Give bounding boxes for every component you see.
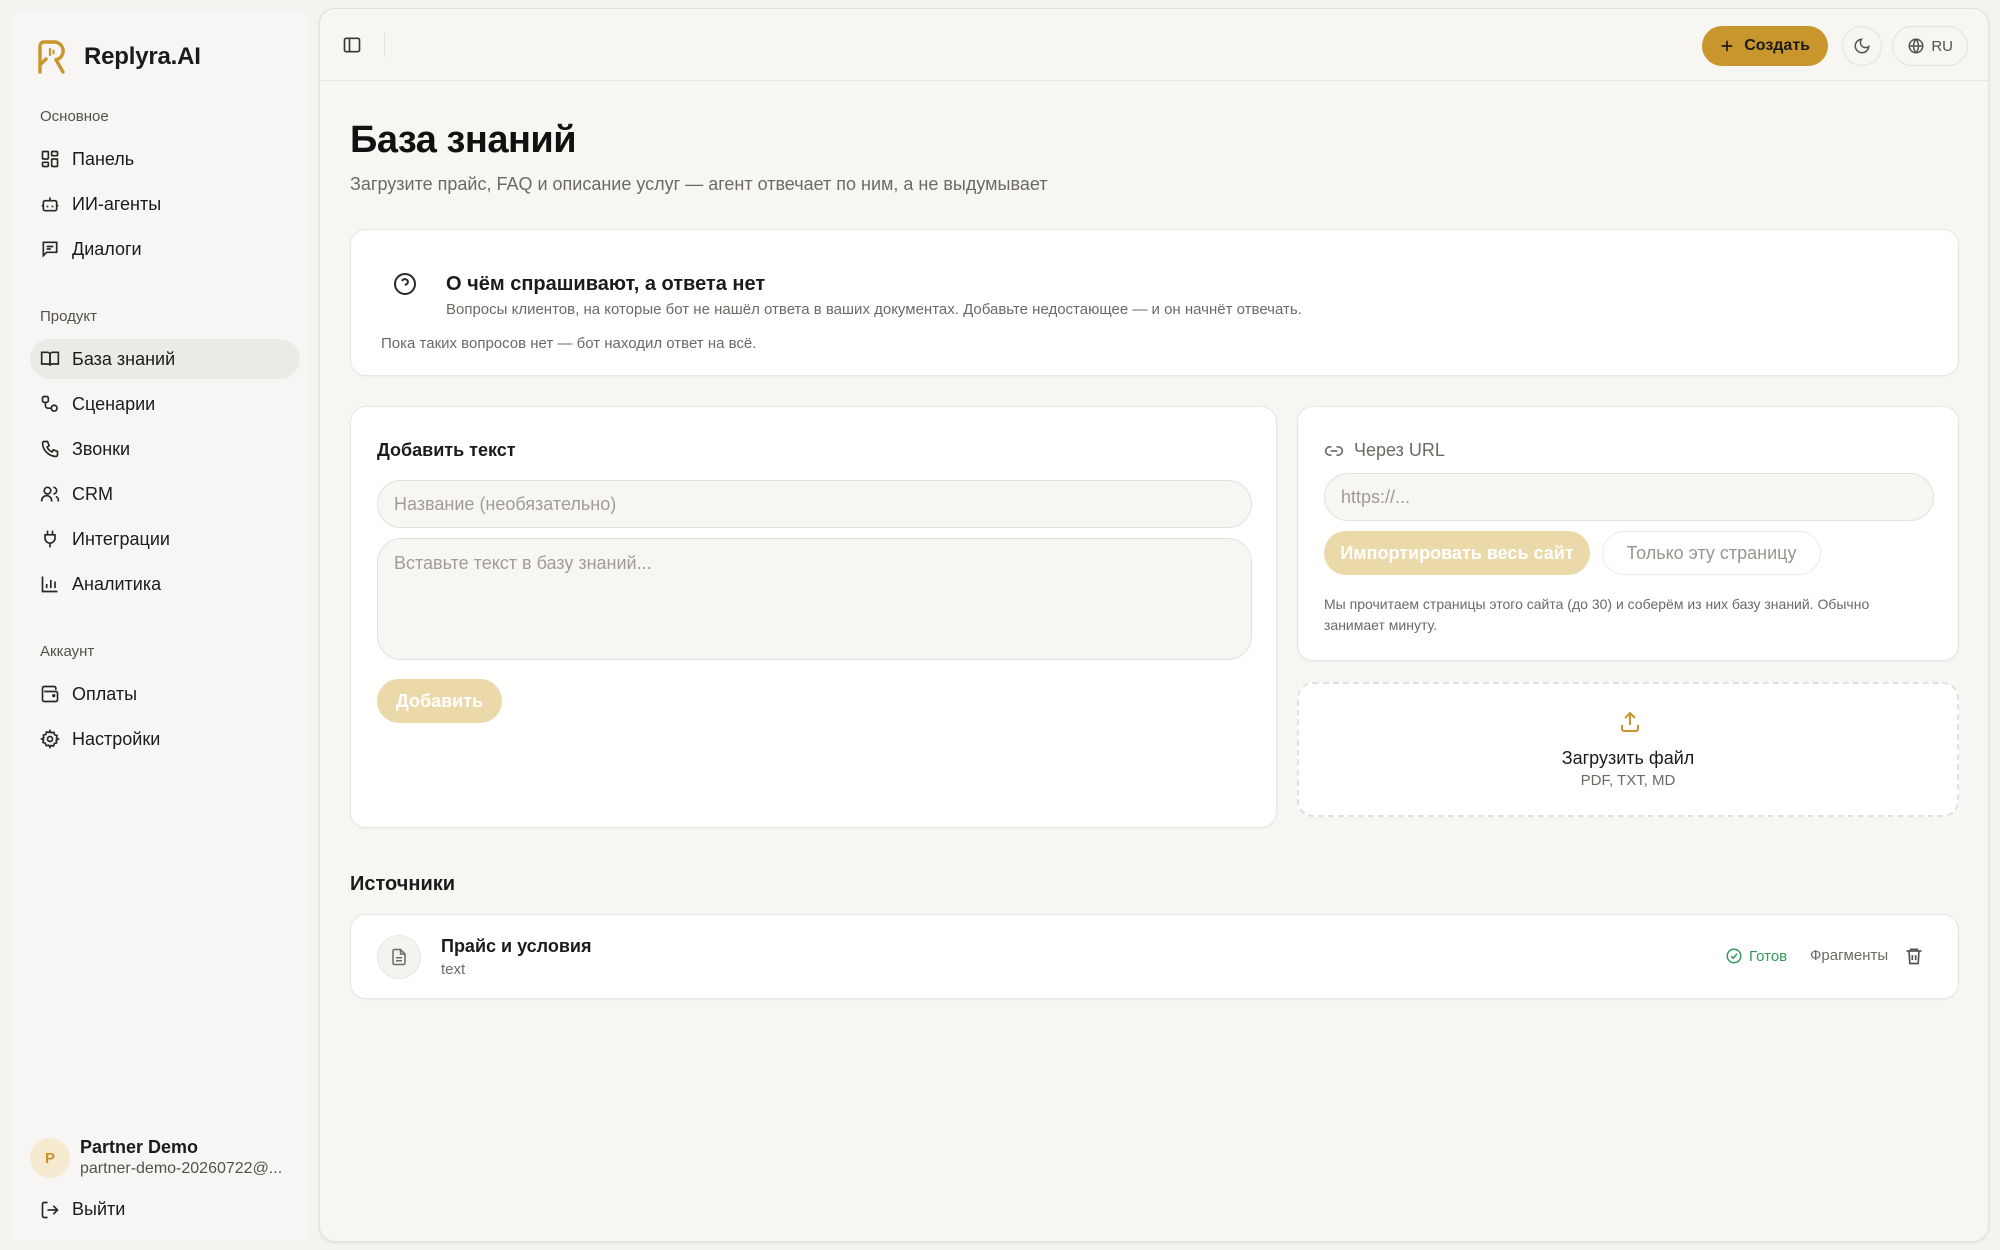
check-circle-icon: [1725, 947, 1743, 965]
theme-toggle-button[interactable]: [1842, 26, 1882, 66]
create-button[interactable]: Создать: [1702, 26, 1828, 66]
unanswered-title: О чём спрашивают, а ответа нет: [446, 273, 766, 295]
source-name: Прайс и условия: [441, 936, 592, 956]
title-input[interactable]: Название (необязательно): [377, 480, 1252, 528]
add-text-card: Добавить текст Название (необязательно) …: [350, 406, 1277, 828]
nav-section-title: Продукт: [40, 308, 97, 325]
moon-icon: [1853, 37, 1871, 55]
upload-title: Загрузить файл: [1561, 748, 1695, 768]
unanswered-questions-card: О чём спрашивают, а ответа нет Вопросы к…: [350, 229, 1959, 376]
trash-icon[interactable]: [1904, 946, 1924, 966]
unanswered-description: Вопросы клиентов, на которые бот не нашё…: [446, 301, 1302, 318]
globe-icon: [1907, 37, 1925, 55]
fragments-link[interactable]: Фрагменты: [1810, 947, 1888, 964]
sidebar-item-label: ИИ-агенты: [72, 193, 162, 214]
topbar: Создать RU: [320, 9, 1988, 81]
logout-label: Выйти: [72, 1199, 126, 1219]
url-input[interactable]: https://...: [1324, 473, 1934, 521]
source-item[interactable]: Прайс и условия text Готов Фрагменты: [350, 914, 1959, 999]
wallet-icon: [40, 684, 60, 704]
url-import-note: Мы прочитаем страницы этого сайта (до 30…: [1324, 596, 1870, 633]
sidebar-item-label: База знаний: [72, 348, 176, 369]
sidebar-item-crm[interactable]: CRM: [30, 474, 300, 514]
sidebar-item-label: Интеграции: [72, 528, 170, 549]
phone-icon: [40, 439, 60, 459]
bot-icon: [40, 194, 60, 214]
page-title: База знаний: [350, 119, 577, 161]
import-page-button[interactable]: Только эту страницу: [1602, 531, 1821, 575]
user-profile[interactable]: P Partner Demo partner-demo-20260722@...: [30, 1136, 282, 1180]
plug-icon: [40, 529, 60, 549]
add-text-heading: Добавить текст: [377, 440, 516, 460]
topbar-divider: [384, 33, 385, 57]
sidebar-item-analytics[interactable]: Аналитика: [30, 564, 300, 604]
sidebar-item-label: Сценарии: [72, 393, 156, 414]
workflow-icon: [40, 394, 60, 414]
source-type: text: [441, 961, 466, 978]
language-label: RU: [1931, 37, 1953, 55]
sidebar-item-integrations[interactable]: Интеграции: [30, 519, 300, 559]
sidebar-item-dialogs[interactable]: Диалоги: [30, 229, 300, 269]
sources-title: Источники: [350, 873, 456, 895]
gear-icon: [40, 729, 60, 749]
nav-section-title: Основное: [40, 108, 109, 125]
logout-icon: [40, 1200, 60, 1220]
sidebar-item-label: Диалоги: [72, 238, 142, 259]
sidebar-item-label: Аналитика: [72, 573, 162, 594]
sidebar-item-dashboard[interactable]: Панель: [30, 139, 300, 179]
upload-formats: PDF, TXT, MD: [1580, 772, 1676, 789]
sidebar-item-scenarios[interactable]: Сценарии: [30, 384, 300, 424]
logout-button[interactable]: Выйти: [40, 1199, 125, 1220]
brand-name: Replyra.AI: [84, 43, 201, 70]
main-panel: Создать RU База знаний Загрузите прайс, …: [319, 8, 1989, 1242]
book-icon: [40, 349, 60, 369]
nav-section-account: Аккаунт Оплаты Настройки: [30, 640, 300, 764]
text-input[interactable]: Вставьте текст в базу знаний...: [377, 538, 1252, 660]
upload-dropzone[interactable]: Загрузить файл PDF, TXT, MD: [1297, 682, 1959, 817]
users-icon: [40, 484, 60, 504]
sidebar: Replyra.AI Основное Панель ИИ-агенты Диа…: [10, 10, 310, 1240]
sidebar-item-label: Панель: [72, 148, 135, 169]
nav-section-product: Продукт База знаний Сценарии Звонки CRM: [30, 305, 300, 609]
unanswered-empty-text: Пока таких вопросов нет — бот находил от…: [381, 335, 757, 352]
sidebar-item-agents[interactable]: ИИ-агенты: [30, 184, 300, 224]
sidebar-item-label: Оплаты: [72, 683, 138, 704]
sidebar-item-payments[interactable]: Оплаты: [30, 674, 300, 714]
document-icon: [377, 935, 421, 979]
dashboard-icon: [40, 149, 60, 169]
page-subtitle: Загрузите прайс, FAQ и описание услуг — …: [350, 174, 1048, 194]
sidebar-item-calls[interactable]: Звонки: [30, 429, 300, 469]
bar-chart-icon: [40, 574, 60, 594]
source-status-label: Готов: [1749, 947, 1788, 965]
plus-icon: [1718, 37, 1736, 55]
sidebar-item-label: Звонки: [72, 438, 131, 459]
url-heading: Через URL: [1324, 440, 1445, 461]
language-button[interactable]: RU: [1892, 26, 1968, 66]
source-status-badge: Готов: [1725, 947, 1787, 965]
sidebar-item-knowledge-base[interactable]: База знаний: [30, 339, 300, 379]
help-circle-icon: [393, 272, 417, 296]
brand[interactable]: Replyra.AI: [32, 38, 201, 76]
url-heading-label: Через URL: [1354, 440, 1445, 460]
import-site-button[interactable]: Импортировать весь сайт: [1324, 531, 1590, 575]
user-name: Partner Demo: [80, 1137, 199, 1157]
add-button[interactable]: Добавить: [377, 679, 502, 723]
replyra-logo-icon: [32, 38, 70, 76]
url-import-card: Через URL https://... Импортировать весь…: [1297, 406, 1959, 661]
nav-section-title: Аккаунт: [40, 643, 95, 660]
nav-section-main: Основное Панель ИИ-агенты Диалоги: [30, 105, 300, 274]
sidebar-item-label: Настройки: [72, 728, 161, 749]
chat-icon: [40, 239, 60, 259]
sidebar-toggle-icon[interactable]: [342, 35, 362, 55]
upload-icon: [1618, 710, 1642, 734]
sidebar-item-label: CRM: [72, 483, 113, 504]
create-label: Создать: [1744, 37, 1810, 54]
link-icon: [1324, 441, 1344, 461]
avatar: P: [30, 1138, 70, 1178]
sidebar-item-settings[interactable]: Настройки: [30, 719, 300, 759]
user-email: partner-demo-20260722@...: [80, 1160, 283, 1177]
